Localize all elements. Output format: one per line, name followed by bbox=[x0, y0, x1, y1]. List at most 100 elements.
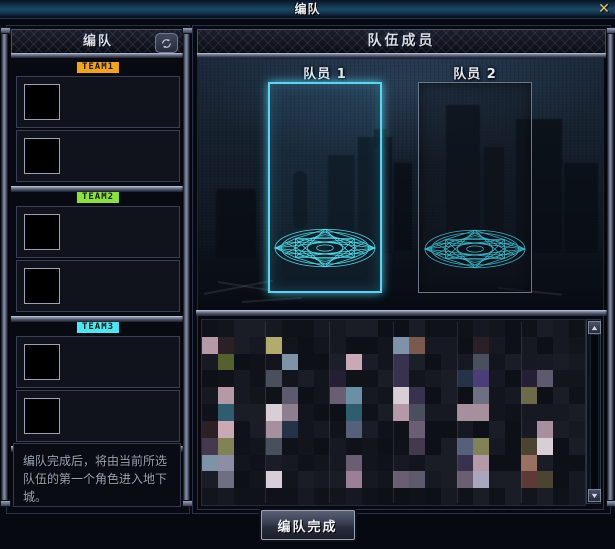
roster-thumb-cell[interactable] bbox=[329, 437, 346, 455]
roster-thumb-cell[interactable] bbox=[297, 353, 314, 371]
roster-thumb-cell[interactable] bbox=[441, 387, 458, 405]
roster-thumb-cell[interactable] bbox=[297, 370, 314, 388]
roster-thumb-cell[interactable] bbox=[233, 488, 250, 505]
roster-thumb-cell[interactable] bbox=[345, 387, 362, 405]
roster-thumb-cell[interactable] bbox=[297, 320, 314, 337]
roster-thumb-cell[interactable] bbox=[265, 336, 282, 354]
roster-thumb-cell[interactable] bbox=[409, 488, 426, 505]
roster-thumb-cell[interactable] bbox=[505, 454, 522, 472]
roster-thumb-cell[interactable] bbox=[233, 370, 250, 388]
roster-thumb-cell[interactable] bbox=[345, 454, 362, 472]
roster-thumb-cell[interactable] bbox=[377, 437, 394, 455]
roster-thumb-cell[interactable] bbox=[329, 387, 346, 405]
roster-thumb-cell[interactable] bbox=[265, 370, 282, 388]
roster-thumb-cell[interactable] bbox=[553, 488, 570, 505]
roster-thumb-cell[interactable] bbox=[313, 320, 330, 337]
roster-thumb-cell[interactable] bbox=[553, 471, 570, 489]
roster-thumb-cell[interactable] bbox=[281, 387, 298, 405]
roster-thumb-cell[interactable] bbox=[361, 420, 378, 438]
roster-thumb-cell[interactable] bbox=[409, 437, 426, 455]
close-icon[interactable]: ✕ bbox=[596, 1, 612, 17]
roster-thumb-cell[interactable] bbox=[377, 454, 394, 472]
roster-thumb-cell[interactable] bbox=[217, 420, 234, 438]
roster-thumb-cell[interactable] bbox=[537, 336, 554, 354]
roster-thumb-cell[interactable] bbox=[265, 454, 282, 472]
roster-thumb-cell[interactable] bbox=[313, 336, 330, 354]
roster-thumb-cell[interactable] bbox=[553, 336, 570, 354]
roster-thumb-cell[interactable] bbox=[233, 336, 250, 354]
roster-thumb-cell[interactable] bbox=[361, 488, 378, 505]
roster-thumb-cell[interactable] bbox=[457, 320, 474, 337]
roster-thumb-cell[interactable] bbox=[249, 353, 266, 371]
roster-thumb-cell[interactable] bbox=[233, 404, 250, 421]
roster-thumb-cell[interactable] bbox=[441, 437, 458, 455]
roster-thumb-cell[interactable] bbox=[297, 336, 314, 354]
roster-thumb-cell[interactable] bbox=[425, 437, 442, 455]
roster-thumb-cell[interactable] bbox=[409, 387, 426, 405]
roster-thumb-cell[interactable] bbox=[393, 353, 410, 371]
roster-thumb-cell[interactable] bbox=[521, 420, 538, 438]
roster-thumb-cell[interactable] bbox=[441, 471, 458, 489]
roster-thumb-cell[interactable] bbox=[569, 454, 585, 472]
team-2-slot-1[interactable] bbox=[16, 206, 180, 258]
roster-thumb-cell[interactable] bbox=[329, 353, 346, 371]
roster-thumb-cell[interactable] bbox=[249, 387, 266, 405]
team-2-slot-2[interactable] bbox=[16, 260, 180, 312]
roster-thumb-cell[interactable] bbox=[537, 320, 554, 337]
scroll-up-arrow-icon[interactable] bbox=[588, 321, 601, 334]
roster-thumb-cell[interactable] bbox=[569, 320, 585, 337]
roster-thumb-cell[interactable] bbox=[505, 336, 522, 354]
roster-thumb-cell[interactable] bbox=[217, 437, 234, 455]
roster-thumb-cell[interactable] bbox=[425, 454, 442, 472]
roster-thumb-cell[interactable] bbox=[265, 437, 282, 455]
roster-thumb-cell[interactable] bbox=[393, 320, 410, 337]
roster-thumb-cell[interactable] bbox=[569, 404, 585, 421]
roster-thumb-cell[interactable] bbox=[473, 404, 490, 421]
roster-thumb-cell[interactable] bbox=[537, 488, 554, 505]
roster-thumb-cell[interactable] bbox=[313, 387, 330, 405]
roster-thumb-cell[interactable] bbox=[313, 420, 330, 438]
roster-thumb-cell[interactable] bbox=[457, 353, 474, 371]
roster-thumb-cell[interactable] bbox=[297, 387, 314, 405]
roster-thumb-cell[interactable] bbox=[489, 437, 506, 455]
roster-thumb-cell[interactable] bbox=[329, 404, 346, 421]
roster-thumb-cell[interactable] bbox=[265, 471, 282, 489]
roster-thumb-cell[interactable] bbox=[281, 404, 298, 421]
roster-thumb-cell[interactable] bbox=[202, 387, 218, 405]
roster-thumb-cell[interactable] bbox=[361, 320, 378, 337]
roster-thumb-cell[interactable] bbox=[473, 320, 490, 337]
roster-thumb-cell[interactable] bbox=[361, 471, 378, 489]
roster-thumb-cell[interactable] bbox=[441, 336, 458, 354]
roster-thumb-cell[interactable] bbox=[489, 404, 506, 421]
team-1-slot-1[interactable] bbox=[16, 76, 180, 128]
roster-thumb-cell[interactable] bbox=[345, 420, 362, 438]
roster-thumb-cell[interactable] bbox=[233, 420, 250, 438]
roster-thumb-cell[interactable] bbox=[553, 387, 570, 405]
roster-thumb-cell[interactable] bbox=[281, 471, 298, 489]
roster-thumb-cell[interactable] bbox=[297, 488, 314, 505]
team-3-slot-1[interactable] bbox=[16, 336, 180, 388]
roster-thumb-cell[interactable] bbox=[361, 353, 378, 371]
roster-thumb-cell[interactable] bbox=[345, 488, 362, 505]
roster-thumb-cell[interactable] bbox=[393, 488, 410, 505]
roster-thumb-cell[interactable] bbox=[345, 404, 362, 421]
roster-thumb-cell[interactable] bbox=[313, 454, 330, 472]
roster-thumb-cell[interactable] bbox=[569, 437, 585, 455]
roster-thumb-cell[interactable] bbox=[473, 336, 490, 354]
roster-thumb-cell[interactable] bbox=[329, 336, 346, 354]
roster-thumb-cell[interactable] bbox=[393, 370, 410, 388]
roster-thumb-cell[interactable] bbox=[473, 353, 490, 371]
roster-thumb-cell[interactable] bbox=[425, 320, 442, 337]
roster-thumb-cell[interactable] bbox=[457, 454, 474, 472]
roster-thumb-cell[interactable] bbox=[569, 471, 585, 489]
roster-thumb-cell[interactable] bbox=[553, 320, 570, 337]
roster-thumb-cell[interactable] bbox=[505, 353, 522, 371]
roster-thumb-cell[interactable] bbox=[377, 488, 394, 505]
roster-thumb-cell[interactable] bbox=[313, 471, 330, 489]
roster-thumb-cell[interactable] bbox=[553, 404, 570, 421]
roster-thumb-cell[interactable] bbox=[233, 437, 250, 455]
roster-thumb-cell[interactable] bbox=[393, 336, 410, 354]
roster-thumb-cell[interactable] bbox=[505, 420, 522, 438]
roster-thumb-cell[interactable] bbox=[345, 336, 362, 354]
roster-thumb-cell[interactable] bbox=[521, 336, 538, 354]
